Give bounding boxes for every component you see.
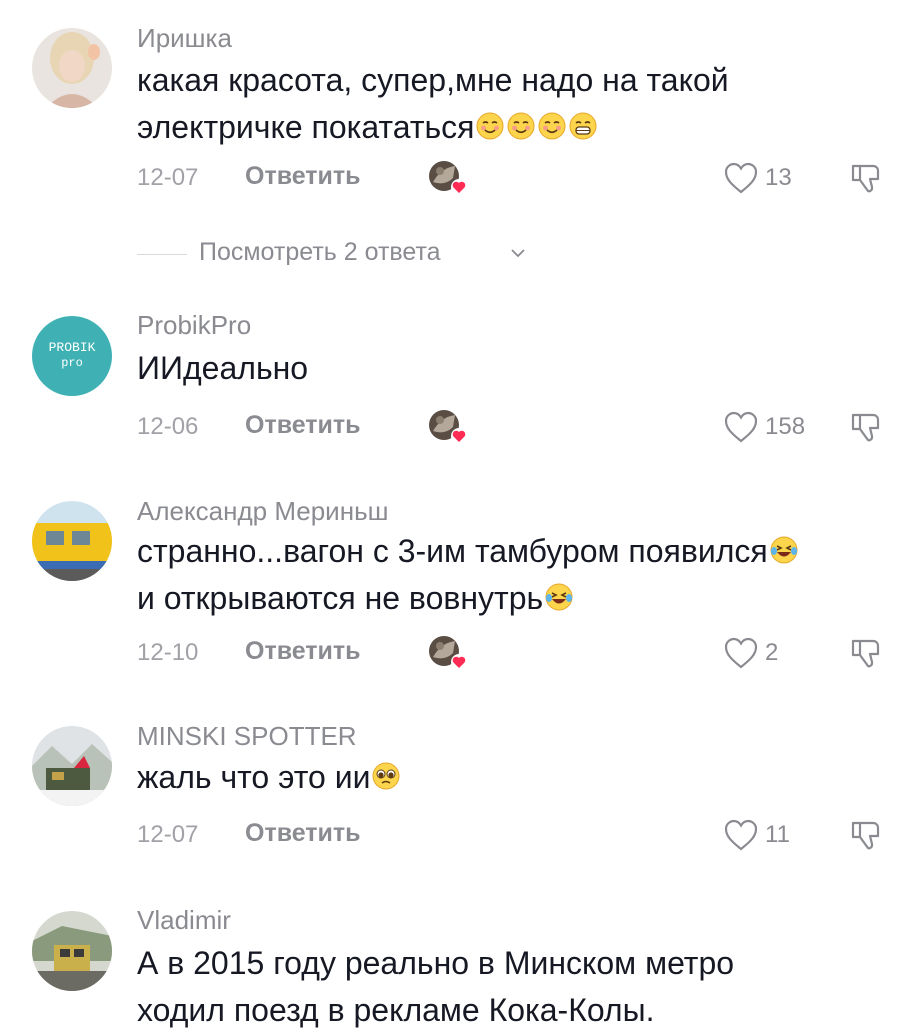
comment-username[interactable]: Vladimir [137, 905, 231, 936]
thumbs-down-outline-icon [851, 164, 880, 193]
heart-outline-icon [724, 411, 758, 443]
creator-liked-icon [427, 407, 469, 447]
smiling-blush-emoji [506, 111, 536, 141]
avatar[interactable] [32, 911, 112, 991]
comment-meta: 12-10 Ответить 2 [137, 633, 897, 673]
comment-username[interactable]: Иришка [137, 23, 232, 54]
heart-outline-icon [724, 819, 758, 851]
comment-text-line: ходил поезд в рекламе Кока-Колы. [137, 992, 655, 1028]
laughing-tears-emoji [544, 582, 574, 612]
avatar-text-top: PROBIK [49, 340, 96, 355]
smiling-blush-emoji [537, 111, 567, 141]
avatar[interactable] [32, 28, 112, 108]
avatar[interactable] [32, 726, 112, 806]
grinning-emoji [568, 111, 598, 141]
comment-meta: 12-07 Ответить 11 [137, 815, 897, 855]
heart-outline-icon [724, 162, 758, 194]
comment-text: какая красота, супер,мне надо на такой э… [137, 57, 897, 151]
dislike-button[interactable] [849, 635, 885, 676]
comment-username[interactable]: MINSKI SPOTTER [137, 721, 357, 752]
comment-text: ИИдеально [137, 345, 897, 392]
comment-text: жаль что это ии [137, 754, 897, 801]
like-count: 11 [765, 821, 790, 848]
reply-button[interactable]: Ответить [245, 819, 361, 848]
comment-date: 12-07 [137, 164, 199, 191]
comment-text-line: А в 2015 году реально в Минском метро [137, 945, 735, 981]
avatar[interactable]: PROBIK pro [32, 316, 112, 396]
view-replies-label: Посмотреть 2 ответа [199, 238, 441, 266]
comment-meta: 12-06 Ответить 158 [137, 407, 897, 447]
comment-username[interactable]: Александр Мериньш [137, 496, 388, 527]
view-replies-button[interactable]: Посмотреть 2 ответа [137, 238, 637, 270]
comment-text: странно...вагон с 3-им тамбуром появился… [137, 528, 897, 622]
comment-text-content: какая красота, супер,мне надо на такой э… [137, 62, 729, 145]
dislike-button[interactable] [849, 409, 885, 450]
divider-line [137, 254, 187, 255]
creator-liked-icon [427, 633, 469, 673]
thumbs-down-outline-icon [851, 821, 880, 850]
reply-button[interactable]: Ответить [245, 411, 361, 440]
chevron-down-icon [510, 246, 526, 264]
creator-liked-icon [427, 158, 469, 198]
comment-text-content: ИИдеально [137, 350, 309, 386]
avatar-text-bottom: pro [61, 356, 83, 370]
smiling-blush-emoji [475, 111, 505, 141]
avatar[interactable] [32, 501, 112, 581]
like-count: 2 [765, 639, 779, 666]
thumbs-down-outline-icon [851, 639, 880, 668]
comment-date: 12-07 [137, 821, 199, 848]
reply-button[interactable]: Ответить [245, 637, 361, 666]
reply-button[interactable]: Ответить [245, 162, 361, 191]
dislike-button[interactable] [849, 160, 885, 201]
comment-text-line: и открываются не вовнутрь [137, 575, 897, 622]
comment-username[interactable]: ProbikPro [137, 310, 251, 341]
comment-date: 12-06 [137, 413, 199, 440]
like-count: 13 [765, 164, 792, 191]
heart-outline-icon [724, 637, 758, 669]
like-count: 158 [765, 413, 806, 440]
comment-text: А в 2015 году реально в Минском метро хо… [137, 940, 897, 1034]
comment-text-content: жаль что это ии [137, 759, 371, 795]
thumbs-down-outline-icon [851, 413, 880, 442]
comment-date: 12-10 [137, 639, 199, 666]
pleading-face-emoji [371, 761, 401, 791]
dislike-button[interactable] [849, 817, 885, 858]
laughing-tears-emoji [769, 535, 799, 565]
comment-meta: 12-07 Ответить 13 [137, 158, 897, 198]
comment-text-line: странно...вагон с 3-им тамбуром появился [137, 528, 897, 575]
